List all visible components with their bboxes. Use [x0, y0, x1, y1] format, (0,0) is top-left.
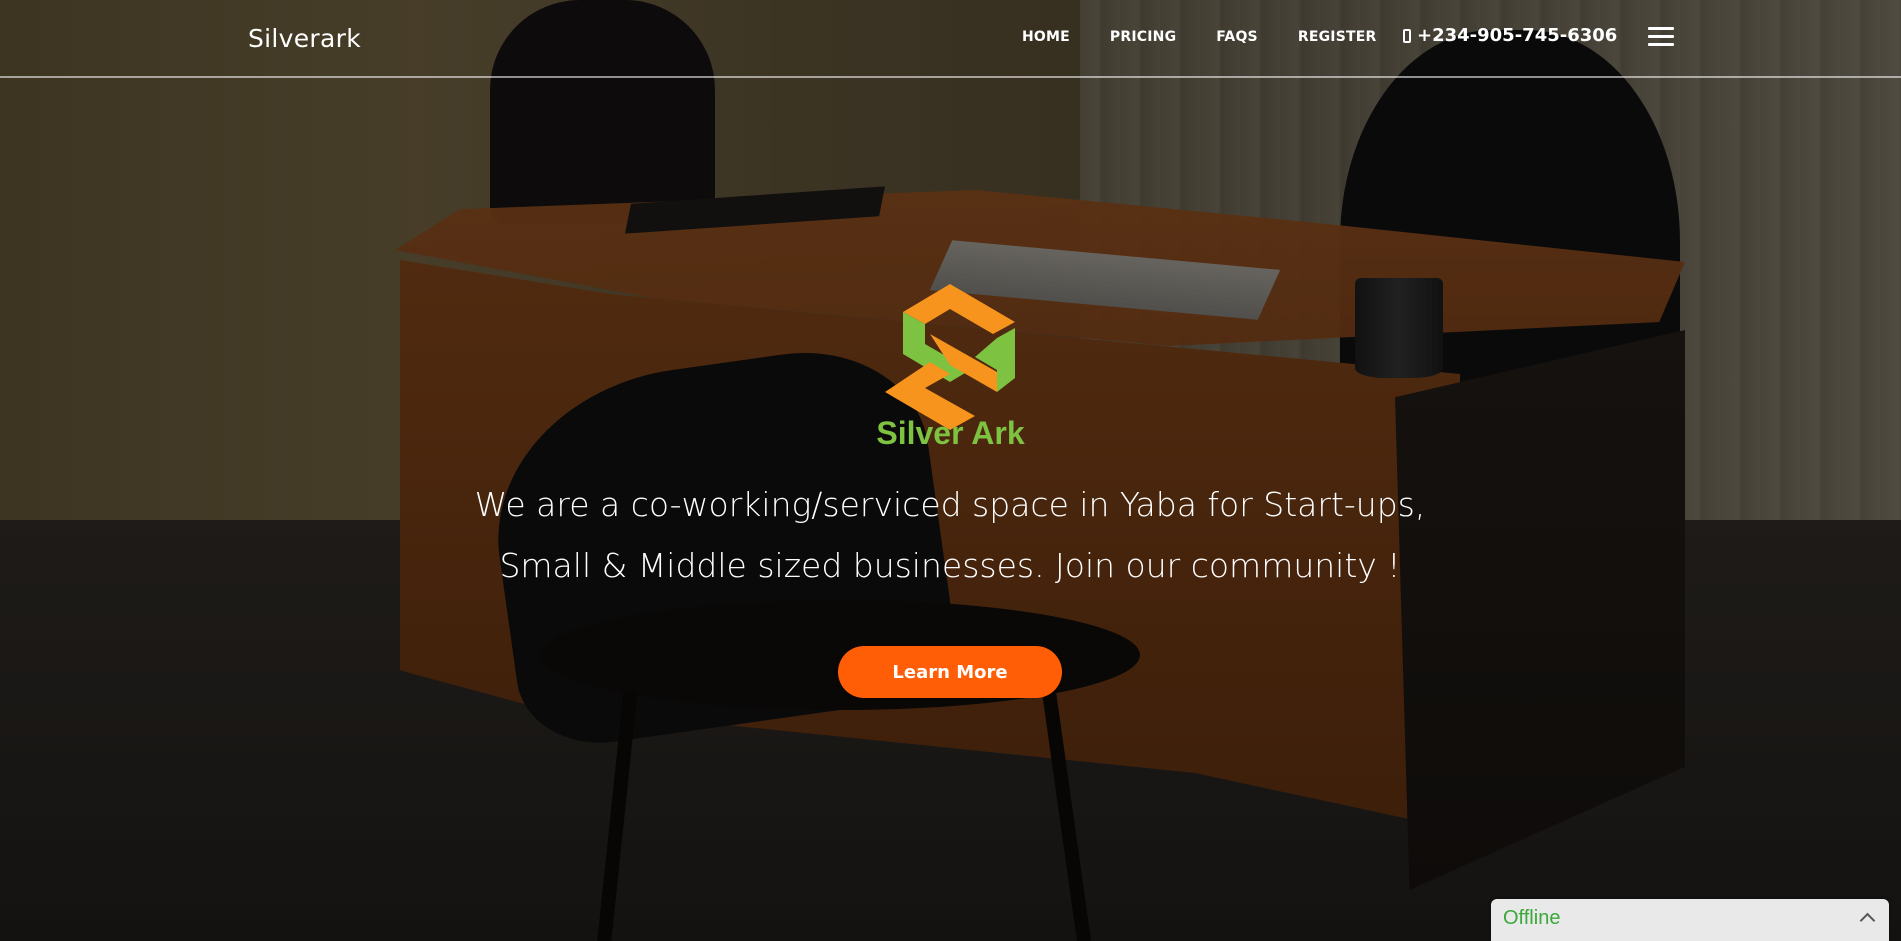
- nav-register-link[interactable]: REGISTER: [1298, 29, 1377, 45]
- hero-section: Silverark HOME PRICING FAQS REGISTER +23…: [0, 0, 1901, 941]
- phone-link[interactable]: +234-905-745-6306: [1403, 25, 1617, 46]
- nav-pricing-link[interactable]: PRICING: [1110, 29, 1176, 45]
- chevron-up-icon[interactable]: [1859, 912, 1876, 929]
- chat-status-label: Offline: [1503, 907, 1561, 929]
- phone-number: +234-905-745-6306: [1417, 25, 1618, 46]
- nav-faqs-link[interactable]: FAQS: [1216, 29, 1258, 45]
- top-navbar: Silverark HOME PRICING FAQS REGISTER +23…: [0, 0, 1901, 78]
- mobile-phone-icon: [1403, 28, 1411, 43]
- learn-more-button[interactable]: Learn More: [838, 646, 1062, 698]
- logo-wordmark: Silver Ark: [876, 415, 1025, 451]
- chat-widget[interactable]: Offline: [1491, 899, 1889, 941]
- hero-tagline: We are a co-working/serviced space in Ya…: [474, 485, 1426, 585]
- background-dark-overlay: [0, 0, 1901, 941]
- nav-links: HOME PRICING FAQS REGISTER: [1022, 29, 1416, 45]
- hamburger-menu-icon[interactable]: [1648, 27, 1674, 47]
- brand-link[interactable]: Silverark: [248, 24, 361, 53]
- nav-home-link[interactable]: HOME: [1022, 29, 1070, 45]
